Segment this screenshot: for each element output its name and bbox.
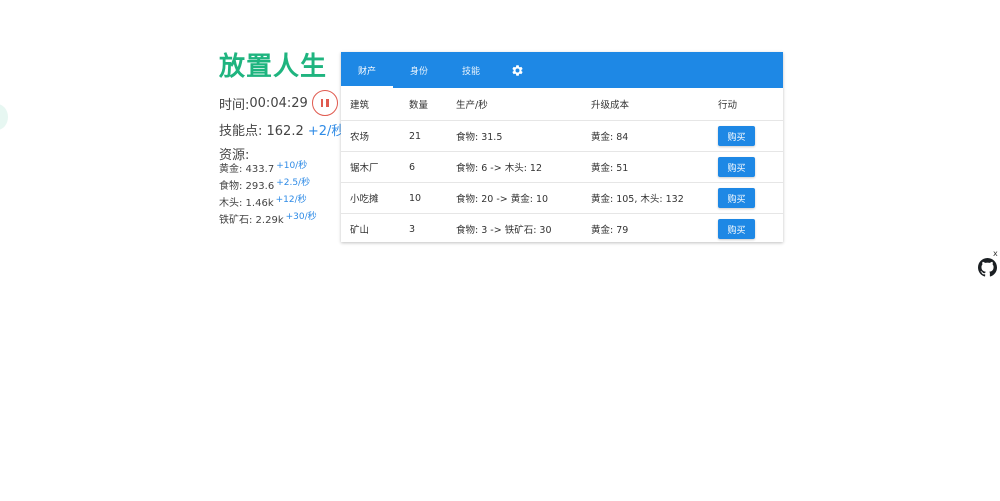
buy-button[interactable]: 购买 bbox=[718, 157, 755, 177]
resource-iron: 铁矿石: 2.29k +30/秒 bbox=[219, 212, 317, 229]
edge-decoration bbox=[0, 104, 8, 130]
header-count: 数量 bbox=[409, 88, 456, 121]
resource-text: 铁矿石: 2.29k bbox=[219, 215, 284, 226]
cell-name: 矿山 bbox=[350, 225, 370, 236]
app-title: 放置人生 bbox=[219, 52, 328, 82]
cell-production: 食物: 20 -> 黄金: 10 bbox=[456, 182, 591, 214]
time-value: 00:04:29 bbox=[249, 95, 308, 111]
cell-count: 3 bbox=[409, 223, 416, 235]
header-building: 建筑 bbox=[341, 88, 409, 121]
cell-cost: 黄金: 84 bbox=[591, 120, 718, 152]
skill-points: 技能点: 162.2 +2/秒 bbox=[219, 120, 344, 139]
buildings-table: 建筑 数量 生产/秒 升级成本 行动 农场 21 食物: 31.5 黄金: 84… bbox=[341, 88, 783, 244]
tab-identity[interactable]: 身份 bbox=[393, 52, 445, 88]
cell-production: 食物: 3 -> 铁矿石: 30 bbox=[456, 225, 552, 236]
skill-label: 技能点: bbox=[219, 124, 267, 139]
resource-text: 黄金: 433.7 bbox=[219, 164, 275, 175]
cell-action: 购买 bbox=[718, 214, 783, 245]
skill-rate: +2/秒 bbox=[307, 124, 345, 139]
tab-assets[interactable]: 财产 bbox=[341, 52, 393, 88]
skill-value: 162.2 bbox=[266, 124, 304, 139]
table-row: 小吃摊 10 食物: 20 -> 黄金: 10 黄金: 105, 木头: 132… bbox=[341, 182, 783, 214]
tab-bar: 财产 身份 技能 bbox=[341, 52, 783, 88]
tab-skills[interactable]: 技能 bbox=[445, 52, 497, 88]
cell-count: 21 bbox=[409, 120, 456, 152]
header-production: 生产/秒 bbox=[456, 88, 591, 121]
cell-count: 10 bbox=[409, 182, 456, 214]
resource-gold: 黄金: 433.7 +10/秒 bbox=[219, 161, 317, 178]
resource-wood: 木头: 1.46k +12/秒 bbox=[219, 195, 317, 212]
cell-name: 农场 bbox=[341, 120, 409, 152]
resource-text: 食物: 293.6 bbox=[219, 181, 275, 192]
main-card: 财产 身份 技能 建筑 数量 生产/秒 升级成本 行动 农场 21 食物: 31… bbox=[341, 52, 783, 242]
cell-action: 购买 bbox=[718, 120, 783, 152]
resource-food: 食物: 293.6 +2.5/秒 bbox=[219, 178, 317, 195]
resource-text: 木头: 1.46k bbox=[219, 198, 274, 209]
resource-list: 黄金: 433.7 +10/秒 食物: 293.6 +2.5/秒 木头: 1.46k… bbox=[219, 161, 317, 229]
cell-production: 食物: 31.5 bbox=[456, 120, 591, 152]
pause-button[interactable] bbox=[311, 90, 338, 116]
resource-rate: +2.5/秒 bbox=[276, 178, 311, 188]
resource-rate: +30/秒 bbox=[285, 212, 317, 222]
cell-cost: 黄金: 79 bbox=[591, 225, 629, 236]
page: 放置人生 时间: 00:04:29 技能点: 162.2 +2/秒 资源: 黄金… bbox=[0, 0, 1000, 501]
cell-cost: 黄金: 51 bbox=[591, 151, 718, 183]
cell-cost: 黄金: 105, 木头: 132 bbox=[591, 182, 718, 214]
time-label: 时间: bbox=[219, 97, 250, 113]
table-row: 农场 21 食物: 31.5 黄金: 84 购买 bbox=[341, 120, 783, 152]
table-header-row: 建筑 数量 生产/秒 升级成本 行动 bbox=[341, 88, 783, 121]
table-row: 锯木厂 6 食物: 6 -> 木头: 12 黄金: 51 购买 bbox=[341, 151, 783, 183]
cell-name: 小吃摊 bbox=[341, 182, 409, 214]
settings-gear-icon[interactable] bbox=[497, 52, 537, 88]
pause-icon bbox=[320, 99, 329, 107]
cell-action: 购买 bbox=[718, 151, 783, 183]
resource-rate: +10/秒 bbox=[276, 161, 308, 171]
close-corner-button[interactable]: x bbox=[993, 249, 998, 258]
header-action: 行动 bbox=[718, 88, 783, 121]
resource-rate: +12/秒 bbox=[275, 195, 307, 205]
buy-button[interactable]: 购买 bbox=[718, 219, 755, 239]
cell-count: 6 bbox=[409, 151, 456, 183]
cell-production: 食物: 6 -> 木头: 12 bbox=[456, 151, 591, 183]
header-upgrade-cost: 升级成本 bbox=[591, 88, 718, 121]
cell-action: 购买 bbox=[718, 182, 783, 214]
cell-name: 锯木厂 bbox=[341, 151, 409, 183]
buy-button[interactable]: 购买 bbox=[718, 188, 755, 208]
github-icon[interactable] bbox=[978, 258, 997, 281]
buy-button[interactable]: 购买 bbox=[718, 126, 755, 146]
table-row: 矿山 3 食物: 3 -> 铁矿石: 30 黄金: 79 购买 bbox=[341, 214, 783, 245]
time-row: 时间: 00:04:29 bbox=[219, 90, 338, 116]
